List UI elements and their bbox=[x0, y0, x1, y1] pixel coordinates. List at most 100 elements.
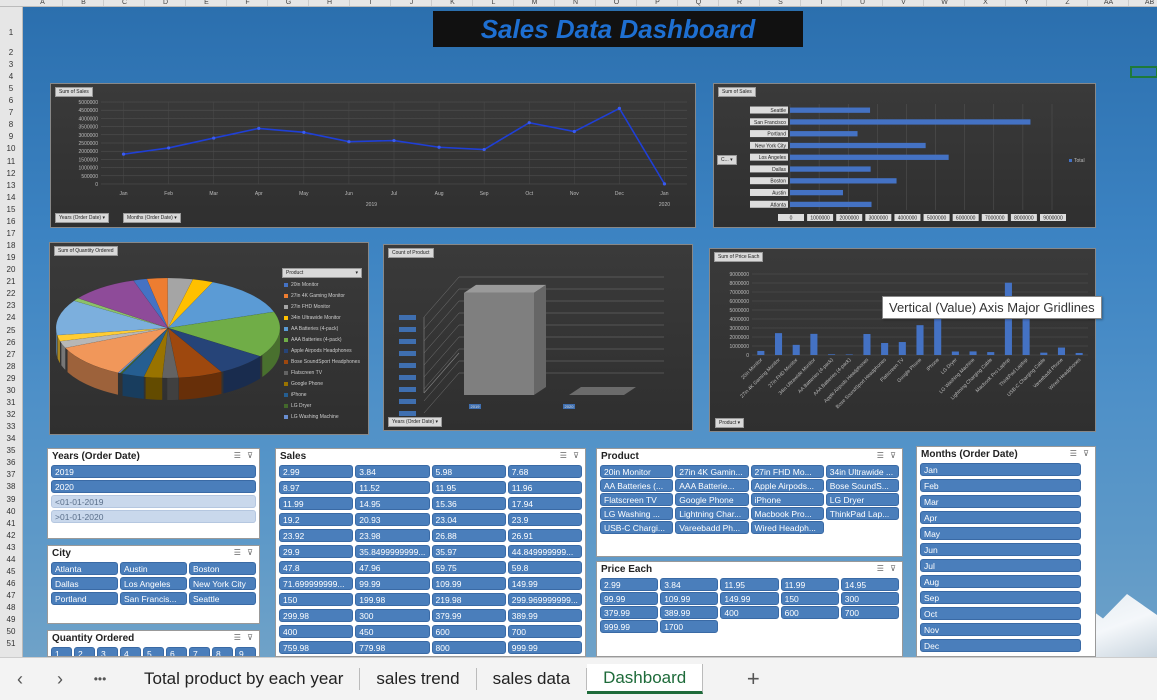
column-header[interactable]: V bbox=[884, 0, 924, 6]
row-header[interactable]: 35 bbox=[0, 447, 22, 455]
column-header[interactable]: C bbox=[105, 0, 145, 6]
tab-total-product[interactable]: Total product by each year bbox=[128, 668, 361, 690]
slicer-item[interactable]: Apple Airpods... bbox=[750, 479, 824, 492]
slicer-item[interactable]: 99.99 bbox=[600, 592, 659, 605]
slicer-item[interactable]: 5.98 bbox=[431, 465, 506, 478]
slicer-item[interactable]: Atlanta bbox=[51, 562, 118, 575]
column-header[interactable]: F bbox=[228, 0, 268, 6]
slicer-item[interactable]: 8 bbox=[212, 647, 233, 656]
row-header[interactable]: 34 bbox=[0, 435, 22, 443]
more-sheets-icon[interactable]: ••• bbox=[80, 672, 120, 686]
slicer-item[interactable]: 47.96 bbox=[355, 561, 430, 574]
slicer-item[interactable]: 450 bbox=[355, 625, 430, 638]
slicer-item[interactable]: 150 bbox=[780, 592, 839, 605]
clear-filter-icon[interactable]: ☰ ⊽ bbox=[234, 633, 255, 643]
slicer-item[interactable]: 149.99 bbox=[507, 577, 582, 590]
slicer-item[interactable]: >01-01-2020 bbox=[51, 510, 256, 523]
slicer-item[interactable]: 150 bbox=[279, 593, 354, 606]
row-header[interactable]: 43 bbox=[0, 543, 22, 552]
slicer-item[interactable]: 3 bbox=[97, 647, 118, 656]
column-header[interactable]: S bbox=[761, 0, 801, 6]
slicer-item[interactable]: 14.95 bbox=[840, 578, 899, 591]
slicer-item[interactable]: 11.95 bbox=[431, 481, 506, 494]
slicer-item[interactable]: 6 bbox=[166, 647, 187, 656]
slicer-item[interactable]: 2 bbox=[74, 647, 95, 656]
row-header[interactable]: 51 bbox=[0, 640, 22, 648]
slicer-item[interactable]: Jan bbox=[920, 463, 1081, 476]
slicer-item[interactable]: 600 bbox=[780, 606, 839, 619]
row-header[interactable]: 36 bbox=[0, 459, 22, 467]
city-filter-button[interactable]: C... ▾ bbox=[717, 155, 737, 165]
slicer-item[interactable]: 7 bbox=[189, 647, 210, 656]
clear-filter-icon[interactable]: ☰ ⊽ bbox=[234, 548, 255, 558]
slicer-item[interactable]: 2.99 bbox=[600, 578, 659, 591]
column-header[interactable]: Y bbox=[1007, 0, 1047, 6]
slicer-item[interactable]: 759.98 bbox=[279, 641, 354, 654]
slicer-item[interactable]: 27in 4K Gamin... bbox=[675, 465, 749, 478]
months-filter-button[interactable]: Months (Order Date) ▾ bbox=[123, 213, 181, 223]
slicer-item[interactable]: 59.75 bbox=[431, 561, 506, 574]
row-header[interactable]: 9 bbox=[0, 133, 22, 141]
slicer-item[interactable]: Nov bbox=[920, 623, 1081, 636]
row-header[interactable]: 18 bbox=[0, 242, 22, 250]
column-header[interactable]: A bbox=[23, 0, 63, 6]
slicer-item[interactable]: 300 bbox=[355, 609, 430, 622]
slicer-item[interactable]: 35.8499999999... bbox=[355, 545, 430, 558]
slicer-item[interactable]: 800 bbox=[431, 641, 506, 654]
slicer-item[interactable]: 299.98 bbox=[279, 609, 354, 622]
tab-sales-data[interactable]: sales data bbox=[477, 668, 588, 690]
row-header[interactable]: 8 bbox=[0, 121, 22, 129]
row-header[interactable]: 21 bbox=[0, 278, 22, 286]
product-slicer[interactable]: Product ☰ ⊽ 20in Monitor 27in 4K Gamin... 2… bbox=[596, 448, 903, 557]
column-header[interactable]: G bbox=[269, 0, 309, 6]
slicer-item[interactable]: 219.98 bbox=[431, 593, 506, 606]
slicer-item[interactable]: <01-01-2019 bbox=[51, 495, 256, 508]
slicer-item[interactable]: 47.8 bbox=[279, 561, 354, 574]
slicer-item[interactable]: 34in Ultrawide ... bbox=[825, 465, 899, 478]
column-header[interactable]: X bbox=[966, 0, 1006, 6]
column-header[interactable]: O bbox=[597, 0, 637, 6]
slicer-item[interactable]: Apr bbox=[920, 511, 1081, 524]
slicer-item[interactable]: Vareebadd Ph... bbox=[675, 521, 749, 534]
slicer-item[interactable]: 4 bbox=[120, 647, 141, 656]
slicer-item[interactable]: 149.99 bbox=[720, 592, 779, 605]
row-header[interactable]: 32 bbox=[0, 411, 22, 419]
slicer-item[interactable]: Seattle bbox=[189, 592, 256, 605]
row-header[interactable]: 31 bbox=[0, 398, 22, 407]
slicer-item[interactable]: New York City bbox=[189, 577, 256, 590]
slicer-item[interactable]: 2.99 bbox=[279, 465, 354, 478]
row-header[interactable]: 15 bbox=[0, 205, 22, 214]
slicer-item[interactable]: LG Dryer bbox=[825, 493, 899, 506]
row-header[interactable]: 26 bbox=[0, 338, 22, 347]
slicer-item[interactable]: 20in Monitor bbox=[600, 465, 674, 478]
row-header[interactable]: 24 bbox=[0, 314, 22, 322]
row-header[interactable]: 16 bbox=[0, 217, 22, 226]
slicer-item[interactable]: 199.98 bbox=[355, 593, 430, 606]
slicer-item[interactable]: 109.99 bbox=[660, 592, 719, 605]
clear-filter-icon[interactable]: ☰ ⊽ bbox=[1070, 449, 1091, 459]
city-slicer[interactable]: City ☰ ⊽ Atlanta Austin Boston Dallas Los Ang… bbox=[47, 545, 260, 624]
price-slicer[interactable]: Price Each ☰ ⊽ 2.99 3.84 11.95 11.99 14.95 99.… bbox=[596, 561, 903, 657]
slicer-item[interactable]: 9 bbox=[235, 647, 256, 656]
quantity-pie-chart[interactable]: Sum of Quantity Ordered Product ▾ 20in M… bbox=[49, 242, 369, 435]
slicer-item[interactable]: Macbook Pro... bbox=[750, 507, 824, 520]
slicer-item[interactable]: 23.9 bbox=[507, 513, 582, 526]
slicer-item[interactable]: 700 bbox=[507, 625, 582, 638]
slicer-item[interactable]: 35.97 bbox=[431, 545, 506, 558]
slicer-item[interactable]: 44.849999999... bbox=[507, 545, 582, 558]
slicer-item[interactable]: 15.36 bbox=[431, 497, 506, 510]
column-header[interactable]: AB bbox=[1130, 0, 1157, 6]
row-header[interactable]: 12 bbox=[0, 169, 22, 178]
slicer-item[interactable]: Flatscreen TV bbox=[600, 493, 674, 506]
column-header[interactable]: W bbox=[925, 0, 965, 6]
slicer-item[interactable]: Oct bbox=[920, 607, 1081, 620]
slicer-item[interactable]: 11.95 bbox=[720, 578, 779, 591]
selected-cell[interactable] bbox=[1130, 66, 1157, 78]
slicer-item[interactable]: AA Batteries (... bbox=[600, 479, 674, 492]
chart-value-tag[interactable]: Sum of Sales bbox=[718, 87, 756, 97]
column-header[interactable]: R bbox=[720, 0, 760, 6]
column-header[interactable]: L bbox=[474, 0, 514, 6]
column-header[interactable]: J bbox=[392, 0, 432, 6]
slicer-item[interactable]: 379.99 bbox=[600, 606, 659, 619]
column-header[interactable]: K bbox=[433, 0, 473, 6]
